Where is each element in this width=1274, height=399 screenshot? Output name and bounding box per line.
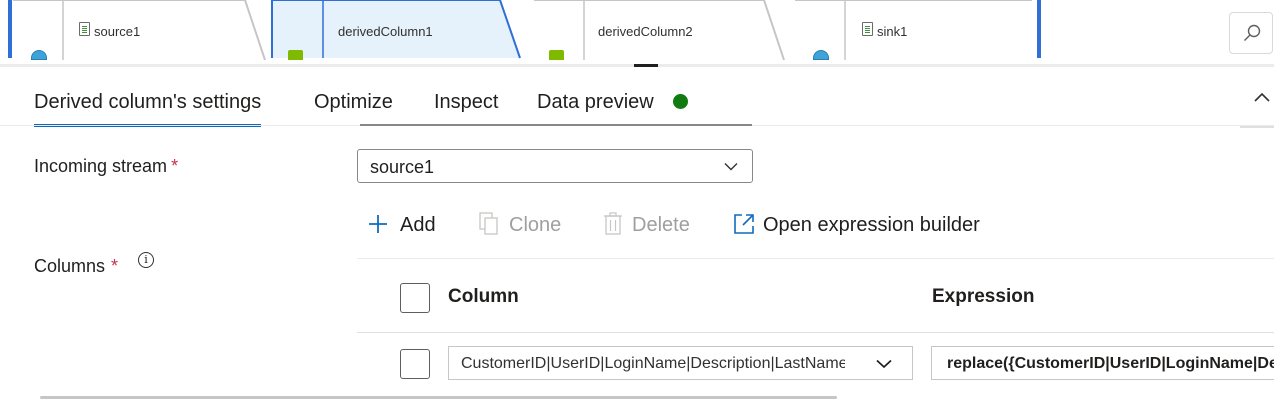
- info-icon[interactable]: i: [138, 252, 154, 268]
- row-checkbox[interactable]: [400, 349, 430, 379]
- open-external-icon: [734, 214, 754, 234]
- expression-field[interactable]: replace({CustomerID|UserID|LoginName|Des…: [931, 346, 1274, 380]
- grid-header-border: [357, 332, 1274, 333]
- incoming-stream-label-text: Incoming stream: [34, 156, 168, 176]
- dataset-file-icon: [79, 22, 90, 36]
- required-marker: *: [111, 256, 119, 276]
- grid-top-border: [357, 258, 1274, 259]
- clone-column-button[interactable]: Clone: [478, 212, 568, 240]
- field-underline: [360, 124, 752, 126]
- incoming-stream-dropdown[interactable]: source1: [357, 149, 753, 183]
- columns-label-text: Columns: [34, 256, 106, 276]
- chevron-down-icon: [876, 359, 892, 369]
- transform-icon: [288, 50, 303, 60]
- plus-icon: [369, 215, 387, 233]
- canvas-search-button[interactable]: [1229, 12, 1273, 54]
- incoming-stream-value: source1: [370, 157, 435, 177]
- node-frame: [795, 0, 1032, 60]
- database-icon: [31, 50, 47, 60]
- tab-inspect[interactable]: Inspect: [434, 91, 498, 114]
- node-label: sink1: [877, 24, 908, 39]
- tab-derived-column-settings[interactable]: Derived column's settings: [34, 91, 262, 127]
- chevron-down-icon: [724, 163, 738, 171]
- delete-label: Delete: [632, 214, 690, 236]
- delete-column-button[interactable]: Delete: [603, 212, 698, 240]
- collapse-panel-button[interactable]: [1252, 90, 1272, 106]
- data-flow-canvas[interactable]: source1 derivedColumn1 derivedColumn2 si…: [0, 0, 1274, 64]
- database-icon: [813, 50, 829, 60]
- data-preview-status-icon: [673, 94, 688, 109]
- chevron-up-icon: [1254, 92, 1270, 102]
- search-icon: [1244, 24, 1261, 41]
- trash-icon: [604, 212, 622, 235]
- column-header: Column: [448, 286, 519, 307]
- open-expression-builder-label: Open expression builder: [763, 214, 980, 236]
- column-name-dropdown[interactable]: CustomerID|UserID|LoginName|Description|…: [448, 346, 913, 380]
- transform-icon: [549, 50, 564, 60]
- add-column-button[interactable]: Add: [368, 212, 448, 240]
- tab-data-preview[interactable]: Data preview: [537, 91, 654, 114]
- incoming-stream-label: Incoming stream *: [34, 156, 178, 177]
- select-all-checkbox[interactable]: [400, 283, 430, 313]
- dataset-file-icon: [862, 22, 873, 36]
- add-label: Add: [400, 214, 436, 236]
- clone-label: Clone: [509, 214, 562, 236]
- field-underline: [1240, 126, 1274, 128]
- node-label: derivedColumn1: [338, 24, 433, 39]
- open-expression-builder-button[interactable]: Open expression builder: [733, 212, 993, 240]
- required-marker: *: [171, 156, 179, 176]
- columns-label: Columns *: [34, 256, 118, 277]
- tab-optimize[interactable]: Optimize: [314, 91, 393, 114]
- node-label: derivedColumn2: [598, 24, 693, 39]
- node-label: source1: [94, 24, 141, 39]
- column-name-value: CustomerID|UserID|LoginName|Description|…: [461, 355, 845, 372]
- expression-header: Expression: [932, 286, 1035, 307]
- clone-icon: [479, 212, 498, 235]
- expression-value: replace({CustomerID|UserID|LoginName|Des…: [947, 355, 1274, 372]
- settings-tabs: Derived column's settings Optimize Inspe…: [0, 67, 1274, 128]
